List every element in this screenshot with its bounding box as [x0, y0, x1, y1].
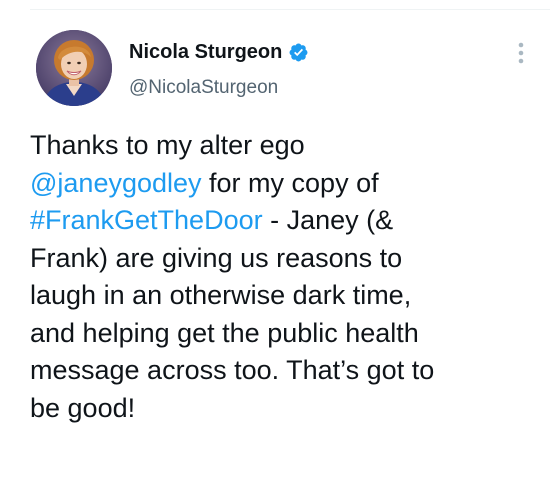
tweet-text-segment: laugh in an otherwise dark time,: [30, 280, 412, 310]
tweet-card: Nicola Sturgeon @NicolaSturgeon Thanks t…: [0, 0, 550, 480]
tweet-text-line: #FrankGetTheDoor - Janey (&: [30, 202, 530, 240]
tweet-text-line: Frank) are giving us reasons to: [30, 240, 530, 278]
tweet-text-segment: message across too. That’s got to: [30, 355, 435, 385]
display-name[interactable]: Nicola Sturgeon: [129, 40, 282, 64]
tweet-text-segment: Thanks to my alter ego: [30, 130, 305, 160]
mention-link[interactable]: @janeygodley: [30, 168, 202, 198]
hashtag-link[interactable]: #FrankGetTheDoor: [30, 205, 263, 235]
tweet-text-segment: be good!: [30, 392, 136, 423]
tweet-text-segment: and helping get the public health: [30, 317, 419, 348]
avatar[interactable]: [36, 30, 112, 106]
tweet-text-line: Thanks to my alter ego: [30, 127, 530, 165]
tweet-text-line: @janeygodley for my copy of: [30, 165, 530, 203]
name-row: Nicola Sturgeon: [129, 40, 489, 64]
tweet-header: Nicola Sturgeon @NicolaSturgeon: [129, 40, 489, 100]
tweet-text-line: be good!: [30, 390, 530, 428]
tweet-text-segment: for my copy of: [201, 167, 379, 198]
avatar-photo: [36, 30, 112, 106]
verified-badge-icon: [288, 42, 309, 63]
handle[interactable]: @NicolaSturgeon: [129, 76, 489, 100]
tweet-text-line: and helping get the public health: [30, 315, 530, 353]
tweet-text: Thanks to my alter ego @janeygodley for m…: [30, 127, 530, 427]
tweet-text-line: message across too. That’s got to: [30, 352, 530, 390]
more-options-button[interactable]: [510, 40, 532, 66]
tweet-text-line: laugh in an otherwise dark time,: [30, 277, 530, 315]
tweet-text-segment: - Janey (&: [262, 205, 394, 235]
tweet-text-segment: Frank) are giving us reasons to: [30, 242, 403, 273]
more-options-icon: [518, 42, 524, 64]
